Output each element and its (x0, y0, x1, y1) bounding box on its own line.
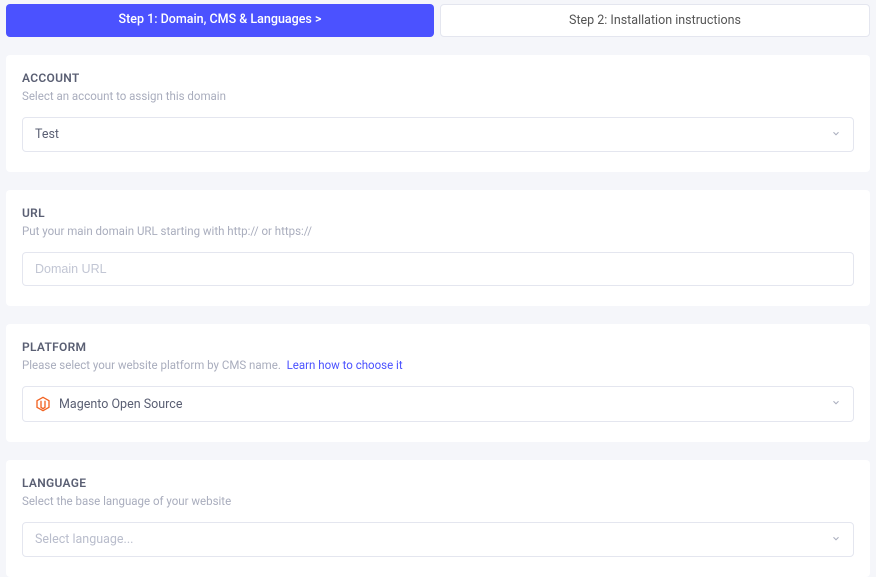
step-1-tab[interactable]: Step 1: Domain, CMS & Languages > (6, 4, 434, 37)
language-subtitle: Select the base language of your website (22, 494, 854, 508)
language-select[interactable]: Select language... (22, 522, 854, 557)
domain-url-input[interactable] (22, 252, 854, 286)
magento-icon (35, 396, 51, 412)
url-title: URL (22, 206, 854, 220)
platform-subtitle: Please select your website platform by C… (22, 358, 854, 372)
language-select-placeholder: Select language... (35, 532, 133, 547)
language-panel: LANGUAGE Select the base language of you… (6, 460, 870, 577)
url-panel: URL Put your main domain URL starting wi… (6, 190, 870, 306)
chevron-down-icon (831, 397, 841, 412)
step-2-tab[interactable]: Step 2: Installation instructions (440, 4, 870, 37)
account-select-value: Test (35, 127, 59, 142)
learn-how-link[interactable]: Learn how to choose it (287, 358, 403, 372)
platform-panel: PLATFORM Please select your website plat… (6, 324, 870, 442)
platform-sub-text: Please select your website platform by C… (22, 358, 281, 372)
account-panel: ACCOUNT Select an account to assign this… (6, 55, 870, 172)
url-subtitle: Put your main domain URL starting with h… (22, 224, 854, 238)
chevron-down-icon (831, 532, 841, 547)
account-select[interactable]: Test (22, 117, 854, 152)
platform-title: PLATFORM (22, 340, 854, 354)
steps-nav: Step 1: Domain, CMS & Languages > Step 2… (0, 0, 876, 37)
account-title: ACCOUNT (22, 71, 854, 85)
platform-select-value: Magento Open Source (59, 397, 182, 412)
platform-select[interactable]: Magento Open Source (22, 386, 854, 422)
language-title: LANGUAGE (22, 476, 854, 490)
chevron-down-icon (831, 127, 841, 142)
account-subtitle: Select an account to assign this domain (22, 89, 854, 103)
